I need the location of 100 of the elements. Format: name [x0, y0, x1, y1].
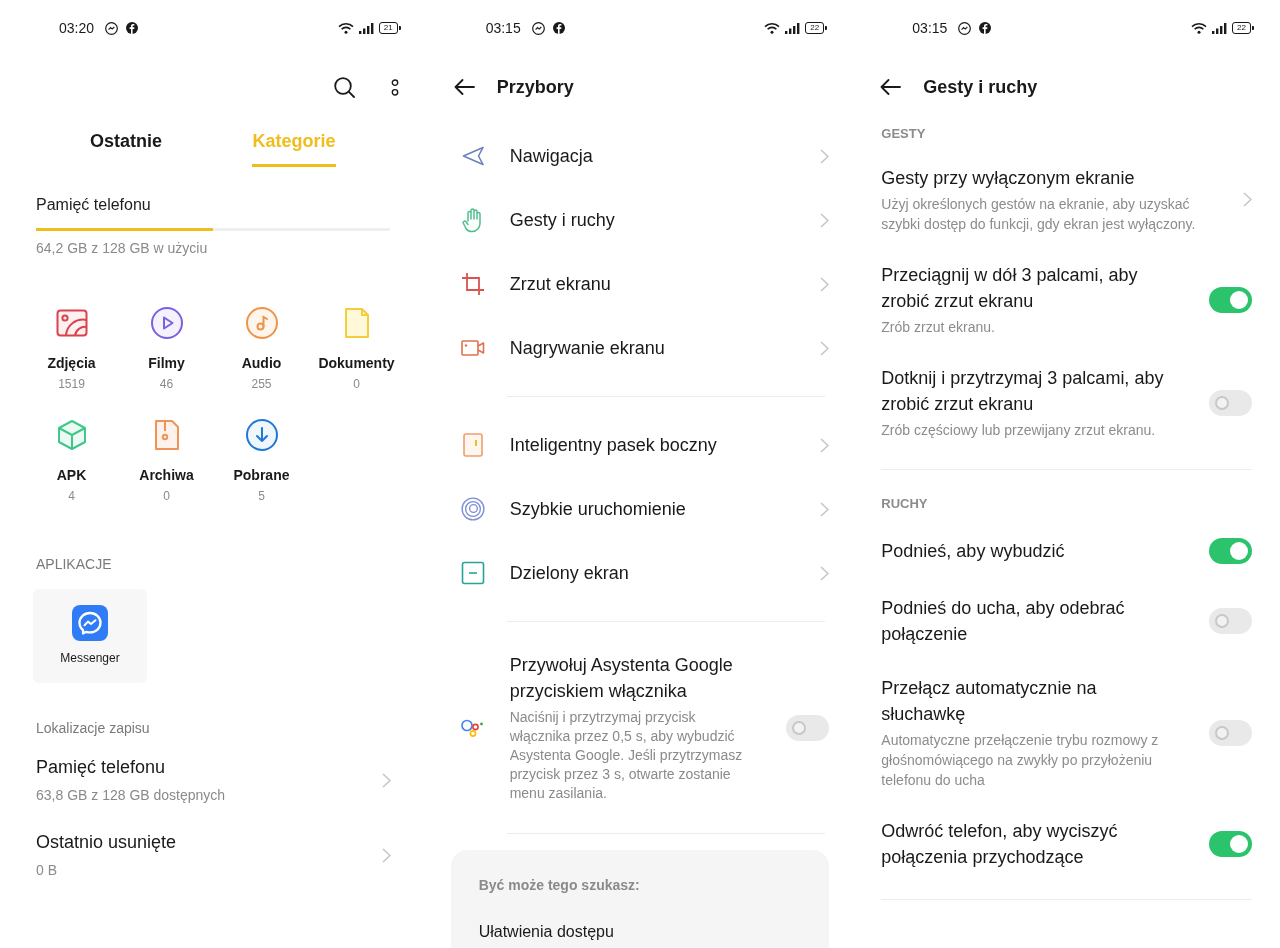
setting-label: Odwróć telefon, aby wyciszyć połączenia przychodzące: [881, 820, 1119, 869]
toggle-switch[interactable]: [1208, 538, 1252, 564]
chevron-right-icon[interactable]: [820, 148, 830, 164]
app-notification-icon: [979, 22, 992, 34]
navigation-arrow-icon: [461, 146, 484, 166]
concentric-circles-icon: [460, 496, 485, 522]
setting-description: Zrób częściowy lub przewijany zrzut ekranu.: [881, 421, 1157, 440]
app-notification-icon: [126, 22, 139, 34]
category-count: 0: [163, 488, 170, 504]
location-detail: 63,8 GB z 128 GB dostępnych: [36, 786, 226, 805]
category-count: 0: [353, 376, 360, 392]
chevron-right-icon[interactable]: [820, 212, 830, 228]
setting-label: Dotknij i przytrzymaj 3 palcami, aby zrobić zrzut ekranu: [881, 367, 1165, 416]
document-icon[interactable]: [343, 307, 370, 339]
chevron-right-icon[interactable]: [820, 565, 830, 581]
setting-label: Przywołuj Asystenta Google przyciskiem włącznika: [509, 654, 734, 703]
screen-title: Przybory: [496, 76, 574, 99]
cube-icon[interactable]: [56, 419, 87, 451]
category-label: Dokumenty: [318, 354, 395, 373]
screen-title: Gesty i ruchy: [923, 76, 1038, 99]
setting-label: Przeciągnij w dół 3 palcami, aby zrobić zrzut ekranu: [881, 264, 1139, 313]
app-tile[interactable]: Messenger: [33, 589, 147, 683]
colored-rings-icon: [460, 717, 485, 738]
minus-square-icon: [460, 561, 485, 585]
music-note-icon[interactable]: [245, 307, 278, 339]
status-time: 03:15: [912, 20, 948, 36]
hand-icon: [461, 207, 484, 233]
download-icon[interactable]: [245, 419, 278, 451]
category-count: 255: [251, 376, 272, 392]
chevron-right-icon[interactable]: [820, 340, 830, 356]
setting-label: Szybkie uruchomienie: [509, 498, 687, 521]
app-notification-icon: [552, 22, 565, 34]
tab[interactable]: Ostatnie: [90, 129, 162, 167]
status-time: 03:15: [485, 20, 521, 36]
location-title: Pamięć telefonu: [36, 756, 167, 779]
section-heading: RUCHY: [881, 495, 929, 513]
chevron-right-icon[interactable]: [820, 437, 830, 453]
chevron-right-icon[interactable]: [381, 847, 391, 863]
setting-label: Przełącz automatycznie na słuchawkę: [881, 677, 1098, 726]
toggle-switch[interactable]: [1208, 719, 1252, 746]
toggle-switch[interactable]: [1208, 389, 1252, 416]
battery-indicator: 21: [378, 22, 401, 34]
suggestions-heading: Być może tego szukasz:: [478, 876, 641, 895]
setting-description: Zrób zrzut ekranu.: [881, 318, 996, 337]
wifi-icon: [337, 22, 354, 34]
chevron-right-icon[interactable]: [381, 772, 391, 788]
side-panel-icon: [462, 433, 483, 457]
setting-description: Naciśnij i przytrzymaj przycisk włącznika przez 0,5 s, aby wybudzić Asystenta Google. Jeśli przytrzymasz przycisk przez 3 s, otwarte zostanie menu zasilania.: [509, 708, 744, 803]
setting-label: Zrzut ekranu: [509, 273, 612, 296]
setting-label: Podnieś do ucha, aby odebrać połączenie: [881, 597, 1126, 646]
setting-label: Inteligentny pasek boczny: [509, 434, 718, 457]
category-label: Zdjęcia: [47, 354, 96, 373]
toggle-switch[interactable]: [786, 714, 830, 741]
storage-usage-text: 64,2 GB z 128 GB w użyciu: [36, 239, 209, 258]
section-heading: GESTY: [881, 125, 927, 143]
toggle-switch[interactable]: [1208, 608, 1252, 634]
back-arrow-icon[interactable]: [880, 79, 902, 95]
chat-notification-icon: [531, 21, 545, 35]
location-title: Ostatnio usunięte: [36, 831, 177, 854]
toggle-switch[interactable]: [1208, 831, 1252, 857]
setting-label: Dzielony ekran: [509, 562, 630, 585]
chat-notification-icon: [958, 21, 972, 35]
suggestion-link[interactable]: Ułatwienia dostępu: [478, 921, 614, 943]
signal-icon: [1211, 22, 1227, 34]
back-arrow-icon[interactable]: [453, 79, 475, 95]
category-label: APK: [56, 466, 87, 485]
category-label: Audio: [241, 354, 282, 373]
wifi-icon: [1190, 22, 1207, 34]
play-icon[interactable]: [150, 307, 183, 339]
setting-label: Gesty przy wyłączonym ekranie: [881, 167, 1136, 190]
status-time: 03:20: [59, 20, 95, 36]
chat-app-icon: [72, 605, 108, 641]
category-label: Pobrane: [233, 466, 290, 485]
app-label: Messenger: [60, 650, 120, 666]
category-count: 46: [159, 376, 174, 392]
video-camera-icon: [460, 339, 485, 357]
setting-label: Gesty i ruchy: [509, 209, 616, 232]
setting-description: Użyj określonych gestów na ekranie, aby uzyskać szybki dostęp do funkcji, gdy ekran jest wyłączony.: [881, 195, 1197, 234]
section-heading: APLIKACJE: [36, 555, 113, 574]
setting-label: Nagrywanie ekranu: [509, 337, 666, 360]
search-icon[interactable]: [333, 76, 355, 98]
signal-icon: [785, 22, 801, 34]
category-label: Archiwa: [139, 466, 194, 485]
storage-title: Pamięć telefonu: [36, 195, 152, 215]
image-icon[interactable]: [55, 309, 88, 337]
wifi-icon: [764, 22, 781, 34]
chevron-right-icon[interactable]: [820, 501, 830, 517]
crop-icon: [460, 272, 485, 296]
category-count: 5: [258, 488, 265, 504]
location-detail: 0 B: [36, 861, 58, 880]
archive-file-icon[interactable]: [153, 419, 180, 451]
battery-indicator: 22: [1231, 22, 1254, 34]
setting-label: Podnieś, aby wybudzić: [881, 540, 1066, 563]
more-options-icon[interactable]: [390, 78, 399, 96]
chevron-right-icon[interactable]: [1242, 192, 1252, 207]
toggle-switch[interactable]: [1208, 286, 1252, 313]
chat-notification-icon: [105, 21, 119, 35]
category-label: Filmy: [148, 354, 185, 373]
setting-description: Automatyczne przełączenie trybu rozmowy z głośnomówiącego na zwykły po przyłożeniu telefonu do ucha: [881, 731, 1160, 790]
chevron-right-icon[interactable]: [820, 276, 830, 292]
